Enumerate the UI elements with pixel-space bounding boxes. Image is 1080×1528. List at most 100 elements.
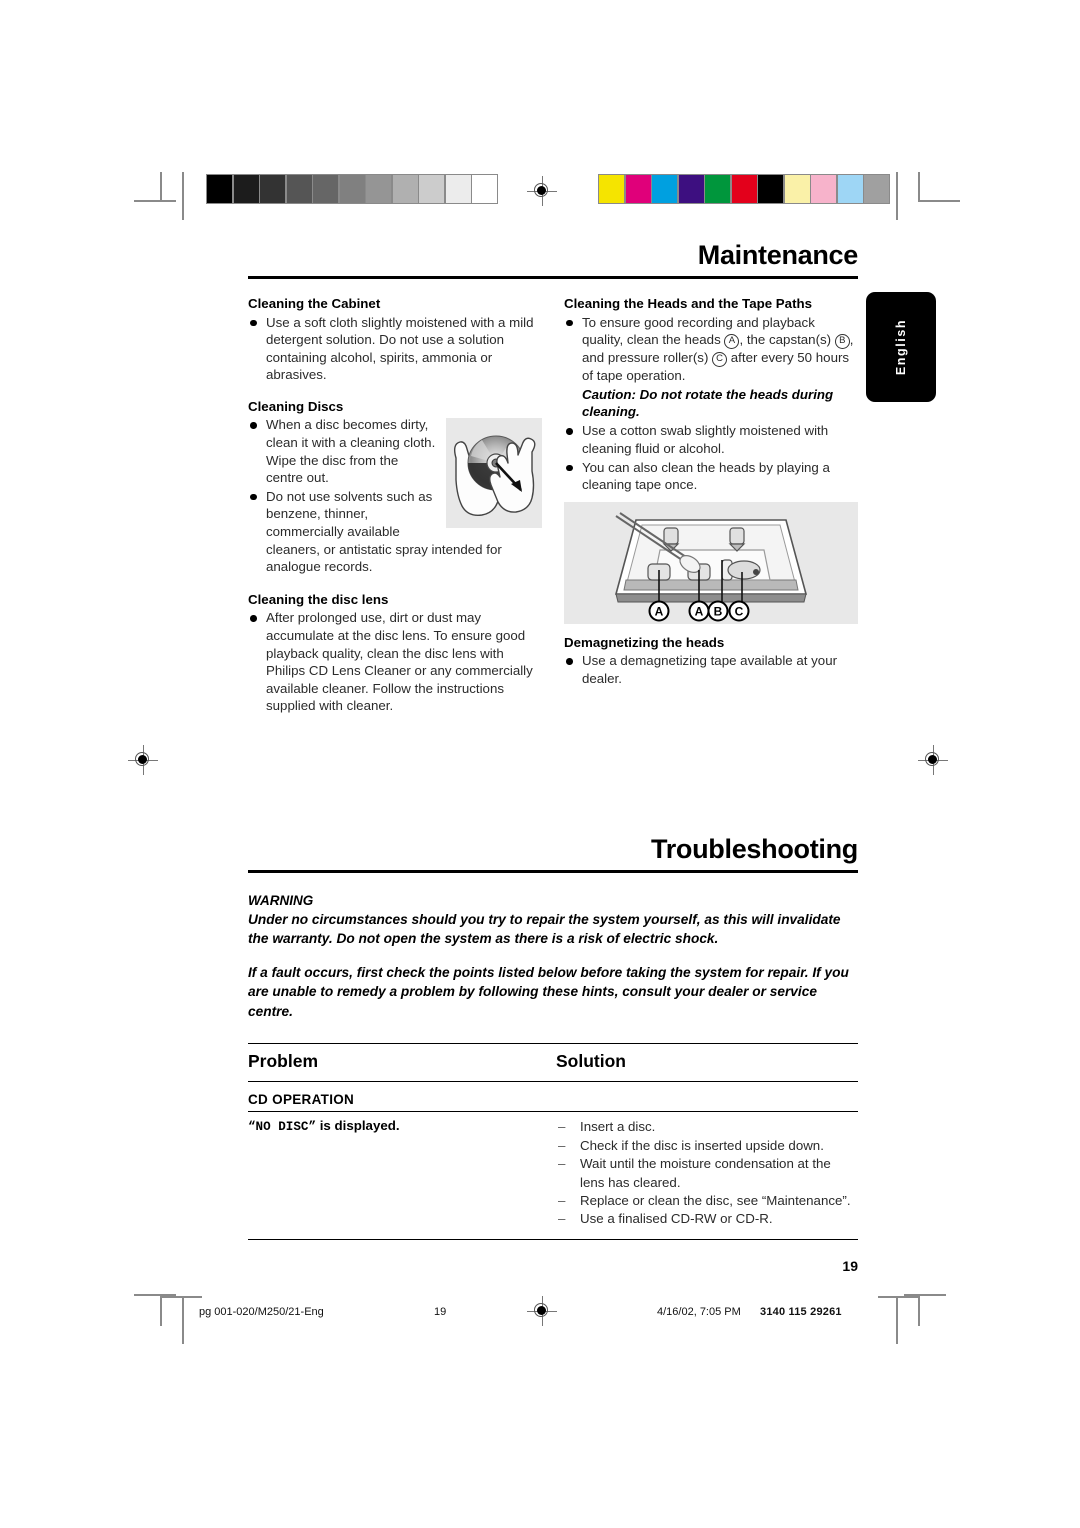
solution-item: Insert a disc. bbox=[556, 1118, 858, 1137]
heading-demagnetizing-heads: Demagnetizing the heads bbox=[564, 634, 725, 650]
grayscale-swatch bbox=[260, 175, 285, 203]
grayscale-swatch bbox=[445, 175, 471, 203]
heading-cleaning-cabinet: Cleaning the Cabinet bbox=[248, 296, 381, 311]
footer-page-number: 19 bbox=[434, 1306, 447, 1318]
tape-deck-illustration: A A B C bbox=[564, 501, 858, 624]
solution-item: Use a finalised CD-RW or CD-R. bbox=[556, 1210, 858, 1229]
group-label-cd-operation: CD OPERATION bbox=[248, 1092, 355, 1108]
registration-mark-left-middle bbox=[128, 745, 158, 775]
solution-item: Check if the disc is inserted upside dow… bbox=[556, 1137, 858, 1156]
troubleshooting-section: Troubleshooting WARNING Under no circums… bbox=[248, 834, 858, 1240]
warning-label: WARNING bbox=[248, 892, 314, 908]
solution-cell: Insert a disc. Check if the disc is inse… bbox=[556, 1118, 858, 1229]
color-swatch bbox=[705, 175, 730, 203]
crop-mark-bottom-right-corner-h bbox=[878, 1296, 920, 1298]
troubleshooting-table: Problem Solution CD OPERATION “NO DISC” … bbox=[248, 1043, 858, 1240]
grayscale-swatch bbox=[207, 175, 232, 203]
svg-text:A: A bbox=[695, 604, 704, 618]
color-calibration-bar bbox=[598, 174, 890, 204]
printed-page: English Maintenance Cleaning the Cabinet… bbox=[0, 0, 1080, 1528]
list-item: When a disc becomes dirty, clean it with… bbox=[248, 416, 542, 486]
crop-mark-top-right-outer bbox=[896, 172, 898, 220]
column-header-problem: Problem bbox=[248, 1051, 319, 1072]
crop-mark-top-left-vertical bbox=[160, 172, 162, 202]
heads-intro-part-2: , the capstan(s) bbox=[739, 332, 832, 348]
registration-mark-top-center bbox=[527, 176, 557, 206]
maintenance-left-column: Cleaning the Cabinet Use a soft cloth sl… bbox=[248, 295, 542, 716]
heading-cleaning-disc-lens: Cleaning the disc lens bbox=[248, 591, 389, 607]
page-content: Maintenance Cleaning the Cabinet Use a s… bbox=[248, 240, 858, 1240]
list-item: Use a cotton swab slightly moistened wit… bbox=[564, 422, 858, 457]
list-item: Do not use solvents such as benzene, thi… bbox=[248, 488, 542, 576]
table-group-row: CD OPERATION bbox=[248, 1082, 858, 1111]
callout-label-c: C bbox=[712, 352, 728, 368]
grayscale-swatch bbox=[233, 175, 259, 203]
grayscale-swatch bbox=[313, 175, 338, 203]
callout-label-b: B bbox=[834, 334, 850, 350]
warning-paragraph-1: Under no circumstances should you try to… bbox=[248, 911, 841, 947]
table-row: “NO DISC” is displayed. Insert a disc. C… bbox=[248, 1112, 858, 1229]
problem-cell: “NO DISC” is displayed. bbox=[248, 1118, 556, 1228]
grayscale-swatch bbox=[472, 175, 497, 203]
table-bottom-rule bbox=[248, 1238, 858, 1240]
maintenance-right-column: Cleaning the Heads and the Tape Paths To… bbox=[564, 295, 858, 716]
list-item: You can also clean the heads by playing … bbox=[564, 459, 858, 494]
registration-mark-right-middle bbox=[918, 745, 948, 775]
color-swatch bbox=[625, 175, 651, 203]
grayscale-swatch bbox=[286, 175, 312, 203]
page-number: 19 bbox=[842, 1258, 858, 1274]
footer-filename: pg 001-020/M250/21-Eng bbox=[199, 1306, 324, 1318]
table-header-row: Problem Solution bbox=[248, 1044, 858, 1081]
svg-text:A: A bbox=[655, 604, 664, 618]
heads-bullet-list: To ensure good recording and playback qu… bbox=[564, 314, 858, 385]
crop-mark-top-left-outer bbox=[182, 172, 184, 220]
warning-paragraph-2: If a fault occurs, first check the point… bbox=[248, 964, 849, 1019]
solution-item: Replace or clean the disc, see “Maintena… bbox=[556, 1192, 858, 1211]
color-swatch bbox=[837, 175, 863, 203]
color-swatch bbox=[784, 175, 810, 203]
list-item: To ensure good recording and playback qu… bbox=[564, 314, 858, 385]
demagnetizing-bullet-list: Use a demagnetizing tape available at yo… bbox=[564, 652, 858, 687]
problem-display-code: “NO DISC” bbox=[248, 1120, 317, 1135]
column-header-solution: Solution bbox=[556, 1051, 626, 1072]
print-footer: pg 001-020/M250/21-Eng 19 4/16/02, 7:05 … bbox=[0, 1306, 1080, 1330]
page-title-maintenance: Maintenance bbox=[697, 240, 859, 270]
discs-bullet-list: When a disc becomes dirty, clean it with… bbox=[248, 416, 542, 575]
svg-text:C: C bbox=[735, 604, 744, 618]
crop-mark-top-right-vertical bbox=[918, 172, 920, 202]
disc-lens-bullet-list: After prolonged use, dirt or dust may ac… bbox=[248, 609, 542, 715]
language-tab-english: English bbox=[866, 292, 936, 402]
caution-note: Caution: Do not rotate the heads during … bbox=[582, 386, 834, 420]
color-swatch bbox=[678, 175, 704, 203]
crop-mark-bottom-right-horizontal bbox=[904, 1294, 946, 1296]
grayscale-swatch bbox=[392, 175, 418, 203]
color-swatch bbox=[758, 175, 783, 203]
color-swatch bbox=[731, 175, 757, 203]
crop-mark-bottom-left-corner-h bbox=[160, 1296, 202, 1298]
solution-item: Wait until the moisture condensation at … bbox=[556, 1155, 858, 1192]
page-title-troubleshooting: Troubleshooting bbox=[651, 833, 858, 864]
svg-text:B: B bbox=[714, 604, 723, 618]
color-swatch bbox=[652, 175, 677, 203]
heads-bullet-list-2: Use a cotton swab slightly moistened wit… bbox=[564, 422, 858, 493]
problem-text: is displayed. bbox=[319, 1118, 400, 1134]
list-item: Use a demagnetizing tape available at yo… bbox=[564, 652, 858, 687]
color-swatch bbox=[864, 175, 889, 203]
crop-mark-top-left-horizontal bbox=[134, 200, 176, 202]
grayscale-swatch bbox=[339, 175, 365, 203]
crop-mark-top-right-horizontal bbox=[918, 200, 960, 202]
list-item: After prolonged use, dirt or dust may ac… bbox=[248, 609, 542, 715]
footer-timestamp: 4/16/02, 7:05 PM bbox=[657, 1306, 741, 1318]
maintenance-columns: Cleaning the Cabinet Use a soft cloth sl… bbox=[248, 295, 858, 716]
maintenance-divider bbox=[248, 276, 858, 279]
footer-document-code: 3140 115 29261 bbox=[760, 1306, 842, 1318]
grayscale-swatch bbox=[419, 175, 444, 203]
callout-label-a: A bbox=[724, 334, 740, 350]
grayscale-swatch bbox=[366, 175, 391, 203]
cabinet-bullet-list: Use a soft cloth slightly moistened with… bbox=[248, 314, 542, 384]
color-swatch bbox=[811, 175, 836, 203]
heading-cleaning-discs: Cleaning Discs bbox=[248, 398, 344, 414]
language-tab-label: English bbox=[894, 318, 908, 376]
list-item: Use a soft cloth slightly moistened with… bbox=[248, 314, 542, 384]
grayscale-calibration-bar bbox=[206, 174, 498, 204]
